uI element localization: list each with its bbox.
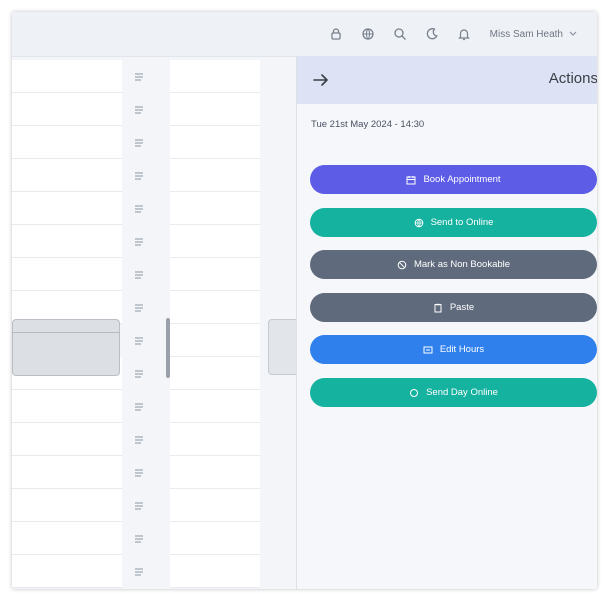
lines-icon [133, 466, 145, 478]
slot-cell[interactable] [12, 489, 122, 522]
time-cell[interactable] [170, 159, 260, 192]
book-appointment-button[interactable]: Book Appointment [310, 165, 597, 194]
slot-cell[interactable] [12, 258, 122, 291]
schedule-row[interactable] [12, 390, 297, 423]
lines-icon [133, 136, 145, 148]
slot-cell[interactable] [12, 192, 122, 225]
button-label: Edit Hours [439, 344, 485, 355]
time-cell[interactable] [170, 192, 260, 225]
lines-icon [133, 565, 145, 577]
time-cell[interactable] [170, 357, 260, 390]
time-cell[interactable] [170, 225, 260, 258]
slot-cell[interactable] [12, 93, 122, 126]
button-label: Book Appointment [423, 174, 501, 185]
cloud-icon [409, 388, 419, 398]
slot-cell[interactable] [12, 60, 122, 93]
slot-cell[interactable] [12, 522, 122, 555]
current-time-marker [166, 318, 170, 378]
panel-header: Actions [297, 56, 597, 104]
slot-cell[interactable] [12, 159, 122, 192]
time-cell[interactable] [170, 291, 260, 324]
slot-cell[interactable] [12, 423, 122, 456]
time-cell[interactable] [170, 489, 260, 522]
schedule-row[interactable] [12, 93, 297, 126]
lines-icon [133, 499, 145, 511]
panel-title: Actions [548, 70, 597, 87]
clock-icon [423, 345, 433, 355]
paste-button[interactable]: Paste [310, 293, 597, 322]
lines-icon [133, 268, 145, 280]
arrow-right-icon[interactable] [311, 70, 331, 90]
search-icon[interactable] [384, 18, 416, 50]
chevron-down-icon [569, 31, 577, 36]
user-name: Miss Sam Heath [489, 28, 563, 40]
paste-icon [433, 303, 443, 313]
slot-cell[interactable] [12, 225, 122, 258]
lines-icon [133, 334, 145, 346]
time-cell[interactable] [170, 423, 260, 456]
time-cell[interactable] [170, 555, 260, 588]
schedule-row[interactable] [12, 258, 297, 291]
globe-icon[interactable] [352, 18, 384, 50]
send-to-online-button[interactable]: Send to Online [310, 208, 597, 237]
lines-icon [133, 235, 145, 247]
schedule-row[interactable] [12, 423, 297, 456]
lines-icon [133, 169, 145, 181]
top-icons: Miss Sam Heath [320, 12, 597, 56]
schedule-row[interactable] [12, 60, 297, 93]
lines-icon [133, 70, 145, 82]
time-cell[interactable] [170, 456, 260, 489]
slot-cell[interactable] [12, 390, 122, 423]
moon-icon[interactable] [416, 18, 448, 50]
schedule-row[interactable] [12, 555, 297, 588]
schedule-row[interactable] [12, 192, 297, 225]
edit-hours-button[interactable]: Edit Hours [310, 335, 597, 364]
block-icon [397, 260, 407, 270]
appointment-block[interactable] [12, 319, 120, 376]
time-cell[interactable] [170, 324, 260, 357]
actions-panel: Actions Tue 21st May 2024 - 14:30 Book A… [296, 56, 597, 589]
time-cell[interactable] [170, 60, 260, 93]
lines-icon [133, 202, 145, 214]
mark-non-bookable-button[interactable]: Mark as Non Bookable [310, 250, 597, 279]
send-day-online-button[interactable]: Send Day Online [310, 378, 597, 407]
lines-icon [133, 532, 145, 544]
top-bar: Miss Sam Heath [12, 12, 597, 57]
lines-icon [133, 367, 145, 379]
button-label: Paste [449, 302, 475, 313]
time-cell[interactable] [170, 522, 260, 555]
calendar-icon [406, 175, 416, 185]
time-cell[interactable] [170, 93, 260, 126]
schedule-row[interactable] [12, 522, 297, 555]
lines-icon [133, 103, 145, 115]
selected-date: Tue 21st May 2024 - 14:30 [311, 119, 425, 130]
button-label: Send Day Online [426, 387, 498, 398]
button-label: Mark as Non Bookable [413, 259, 511, 270]
user-menu[interactable]: Miss Sam Heath [490, 29, 577, 40]
button-label: Send to Online [430, 217, 494, 228]
bell-icon[interactable] [448, 18, 480, 50]
schedule-row[interactable] [12, 489, 297, 522]
time-cell[interactable] [170, 126, 260, 159]
app-window: Miss Sam Heath Actions Tue 21st May 2024… [12, 12, 597, 589]
schedule-row[interactable] [12, 126, 297, 159]
slot-cell[interactable] [12, 126, 122, 159]
slot-cell[interactable] [12, 456, 122, 489]
globe-icon [414, 218, 424, 228]
slot-cell[interactable] [12, 555, 122, 588]
schedule-grid [12, 56, 297, 589]
schedule-row[interactable] [12, 456, 297, 489]
lines-icon [133, 400, 145, 412]
schedule-row[interactable] [12, 159, 297, 192]
appointment-block-right[interactable] [268, 319, 297, 375]
time-cell[interactable] [170, 258, 260, 291]
lines-icon [133, 433, 145, 445]
time-cell[interactable] [170, 390, 260, 423]
lock-icon[interactable] [320, 18, 352, 50]
lines-icon [133, 301, 145, 313]
schedule-row[interactable] [12, 225, 297, 258]
